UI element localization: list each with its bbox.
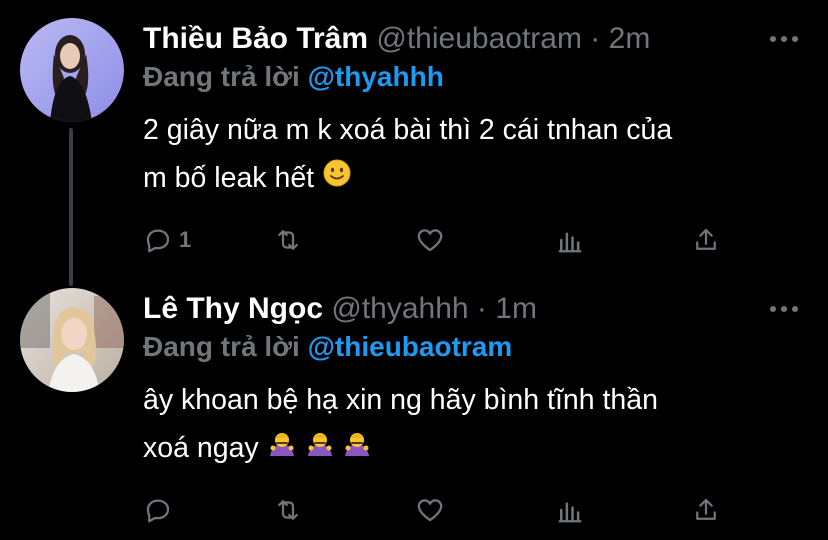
user-handle[interactable]: @thieubaotram	[376, 22, 582, 55]
share-button[interactable]	[691, 492, 721, 528]
tweet-text: 2 giây nữa m k xoá bài thì 2 cái tnhan c…	[143, 106, 793, 203]
reply-icon	[146, 229, 170, 253]
mention-link[interactable]: @thieubaotram	[308, 331, 513, 362]
reply-button[interactable]: 1	[143, 222, 191, 258]
analytics-button[interactable]	[555, 492, 585, 528]
tweet-actions: 1	[143, 222, 743, 262]
share-icon	[696, 498, 716, 520]
avatar-thyahhh[interactable]	[20, 288, 124, 392]
display-name[interactable]: Lê Thy Ngọc	[143, 292, 323, 325]
tweet-text-line-2: m bố leak hết	[143, 162, 315, 194]
analytics-icon	[558, 232, 582, 253]
tweet-text-line-1: ây khoan bệ hạ xin ng hãy bình tĩnh thần	[143, 384, 658, 416]
tweet-header: Lê Thy Ngọc @thyahhh · 1m	[143, 290, 537, 328]
retweet-button[interactable]	[273, 222, 303, 258]
person-bowing-icon	[267, 425, 297, 473]
person-bowing-icon	[342, 425, 372, 473]
tweet-text: ây khoan bệ hạ xin ng hãy bình tĩnh thần…	[143, 376, 793, 473]
share-button[interactable]	[691, 222, 721, 258]
tweet-header: Thiều Bảo Trâm @thieubaotram · 2m	[143, 20, 650, 58]
thread-connector-line	[69, 128, 73, 286]
retweet-button[interactable]	[273, 492, 303, 528]
replying-to-line: Đang trả lời @thyahhh	[143, 58, 444, 96]
separator-dot: ·	[476, 292, 487, 325]
share-icon	[696, 228, 716, 250]
reply-icon	[146, 499, 170, 523]
analytics-button[interactable]	[555, 222, 585, 258]
person-bowing-icon	[305, 425, 335, 473]
tweet-2[interactable]: Lê Thy Ngọc @thyahhh · 1m Đang trả lời @…	[0, 270, 828, 540]
replying-label: Đang trả lời	[143, 331, 300, 362]
more-icon[interactable]	[770, 306, 798, 312]
retweet-icon	[278, 500, 298, 520]
tweet-1[interactable]: Thiều Bảo Trâm @thieubaotram · 2m Đang t…	[0, 0, 828, 286]
retweet-icon	[278, 230, 298, 250]
tweet-text-line-1: 2 giây nữa m k xoá bài thì 2 cái tnhan c…	[143, 114, 673, 146]
like-icon	[417, 499, 443, 522]
replying-to-line: Đang trả lời @thieubaotram	[143, 328, 512, 366]
analytics-icon	[558, 502, 582, 523]
like-icon	[417, 229, 443, 252]
avatar-thieubaotram[interactable]	[20, 18, 124, 122]
timestamp[interactable]: 1m	[495, 292, 537, 325]
separator-dot: ·	[590, 22, 601, 55]
slightly-smiling-face-icon	[322, 155, 352, 203]
like-button[interactable]	[415, 222, 445, 258]
display-name[interactable]: Thiều Bảo Trâm	[143, 22, 368, 55]
more-icon[interactable]	[770, 36, 798, 42]
tweet-text-line-2: xoá ngay	[143, 432, 259, 464]
like-button[interactable]	[415, 492, 445, 528]
reply-button[interactable]	[143, 492, 179, 528]
replying-label: Đang trả lời	[143, 61, 300, 92]
mention-link[interactable]: @thyahhh	[308, 61, 444, 92]
timestamp[interactable]: 2m	[609, 22, 651, 55]
tweet-actions	[143, 492, 743, 532]
reply-count: 1	[179, 227, 192, 252]
user-handle[interactable]: @thyahhh	[331, 292, 468, 325]
